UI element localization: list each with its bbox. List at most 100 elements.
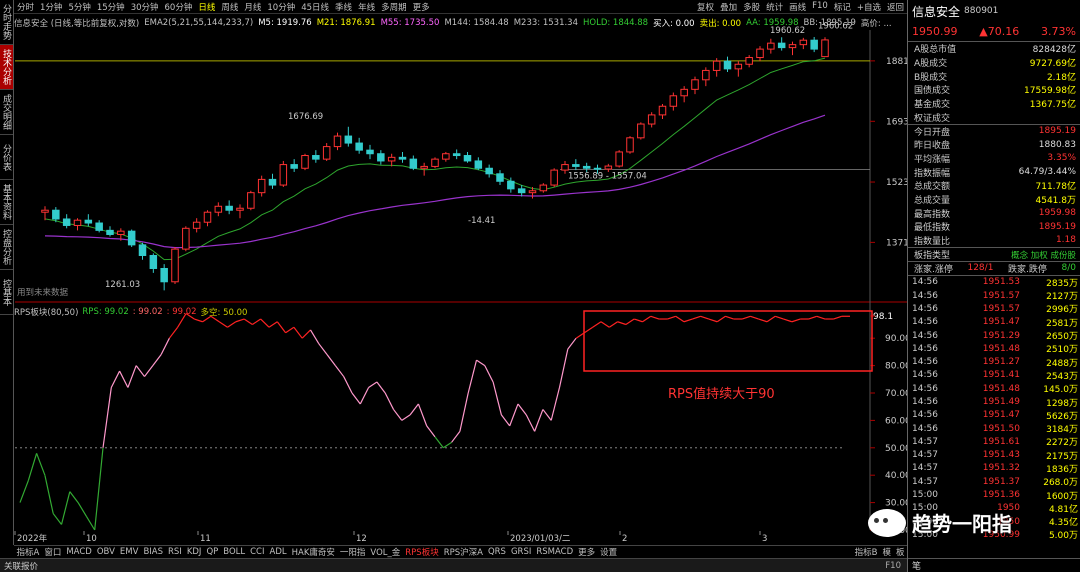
indicator-tab-16[interactable]: RPS沪深A [441,546,485,558]
tick-vol-19: 5.00万 [1048,531,1078,542]
rps-seg [135,365,145,377]
candle [745,55,753,68]
indicator-tab-20[interactable]: 更多 [576,546,598,558]
candle [767,38,775,54]
indicator-tab-9[interactable]: BOLL [221,547,248,557]
candle [355,137,363,154]
stat-value-12: 1959.98 [1038,208,1076,219]
candle [496,170,504,186]
tick-price-15: 1951.37 [982,476,1020,487]
candle [236,204,244,219]
candle-body [788,44,797,49]
indicator-tab-14[interactable]: VOL_金 [368,546,403,558]
tick-price-5: 1951.48 [982,343,1020,354]
tick-time-2: 14:56 [912,303,938,314]
date-tick-3: 12 [356,534,367,544]
status-f10[interactable]: F10 [885,561,907,571]
tick-row-12: 14:57 1951.61 2272万 [908,435,1080,449]
price-pct: 3.73% [1041,25,1076,38]
rps-seg [309,329,320,344]
candle [138,242,147,260]
indicator-tab-6[interactable]: RSI [166,547,185,557]
indicator-tab-5[interactable]: BIAS [141,547,166,557]
candle [398,151,407,163]
candle [247,190,255,211]
date-tick-4: 2023/01/03/二 [510,534,571,544]
rps-seg [243,318,253,325]
panel-bottom[interactable]: 笔 [908,558,1080,572]
indicator-tab-12[interactable]: HAK庸奇安 [289,546,337,558]
candle [615,150,623,168]
stat-value-11: 4541.8万 [1035,195,1077,206]
rps-tick-0: 98.1 [873,312,893,322]
indicator-tab-right-1[interactable]: 模 [880,546,894,558]
rps-seg [617,321,627,326]
rps-seg [716,315,726,323]
indicator-tabs: 指标A 窗口 MACD OBV EMV BIAS RSI KDJ QP BOLL CCI ADL HAK… [14,545,907,558]
indicator-tab-7[interactable]: KDJ [184,547,204,557]
candle-body [647,114,656,125]
rps-seg [650,315,660,320]
candle [214,202,223,217]
price-row: 1950.99 ▲70.16 3.73% [908,22,1080,42]
tick-vol-13: 2175万 [1046,451,1078,462]
candle-body [377,153,385,162]
indicator-tab-13[interactable]: 一阳指 [337,546,368,558]
index-code: 880901 [964,6,999,16]
candle-body [366,149,374,155]
rps-seg [500,414,511,427]
rps-seg [791,318,801,323]
rps-legend: RPS板块(80,50) RPS: 99.02: 99.02: 99.02 多空: … [14,306,251,318]
chart-area[interactable]: 18811693152313711676.691960.62 1960.62126… [0,0,907,545]
stat-row-11: 总成交量 4541.8万 [908,193,1080,207]
stat-row-7: 昨日收盘 1880.83 [908,138,1080,152]
stat-row-0: A股总市值 828428亿 [908,42,1080,56]
rps-seg [534,409,544,432]
candle-body [290,164,298,169]
rps-seg [409,403,419,416]
indicator-tab-15[interactable]: RPS板块 [403,546,441,558]
indicator-tab-0[interactable]: 指标A [14,546,42,558]
stat-label-3: 国债成交 [914,86,951,97]
indicator-tab-4[interactable]: EMV [117,547,141,557]
rps-seg [833,315,842,320]
indicator-tab-right-0[interactable]: 指标B [852,546,880,558]
tick-time-0: 14:56 [912,277,938,288]
tick-row-16: 15:00 1951.36 1600万 [908,488,1080,502]
indicator-tab-21[interactable]: 设置 [598,546,620,558]
stat-value-1: 9727.69亿 [1029,59,1076,70]
indicator-tab-2[interactable]: MACD [64,547,94,557]
candle-body [528,190,537,194]
candle [149,253,158,273]
indicator-tab-right-2[interactable]: 板 [893,546,907,558]
date-tick-2: 11 [200,534,211,544]
indicator-tab-8[interactable]: QP [204,547,221,557]
rps-seg [44,475,54,514]
candle-body [84,219,93,224]
indicator-tab-1[interactable]: 窗口 [42,546,64,558]
tick-price-8: 1951.48 [982,383,1020,394]
indicator-tab-18[interactable]: GRSI [508,547,533,557]
indicator-tab-3[interactable]: OBV [94,547,117,557]
status-left: 关联报价 [4,561,39,572]
rps-seg [119,370,129,388]
candle-body [236,207,244,211]
indicator-tab-11[interactable]: ADL [267,547,289,557]
candle [409,155,418,171]
candle [637,122,645,140]
indicator-tab-17[interactable]: QRS [485,547,508,557]
rps-seg [293,326,303,339]
stat-row-1: A股成交 9727.69亿 [908,56,1080,70]
rps-seg [592,321,602,328]
tick-price-4: 1951.29 [982,330,1020,341]
indicator-tab-10[interactable]: CCI [248,547,267,557]
candle [171,246,179,285]
candle-body [745,57,753,65]
indicator-tab-19[interactable]: RSMACD [534,547,576,557]
candle [680,86,688,103]
rps-seg [492,381,502,416]
candle [463,151,472,163]
candle [322,143,331,161]
price-tick-2: 1523 [886,178,907,188]
candle [301,153,309,171]
